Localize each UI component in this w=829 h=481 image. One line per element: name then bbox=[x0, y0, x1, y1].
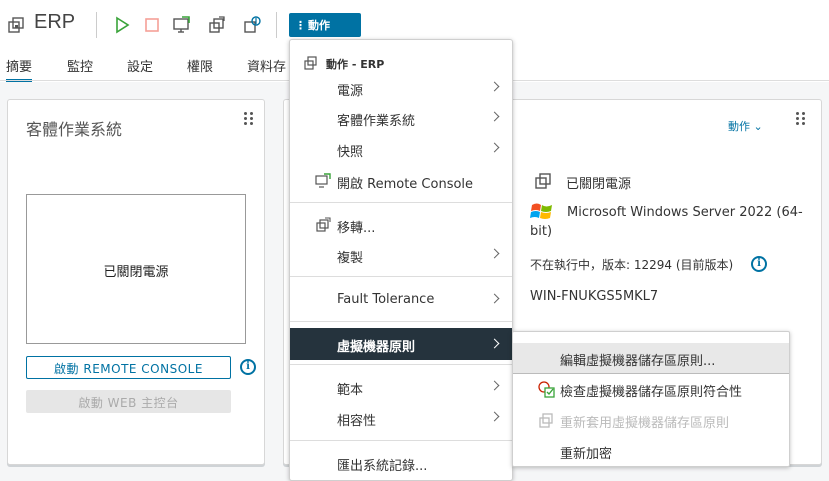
os-name-cont: bit) bbox=[530, 224, 553, 239]
launch-web-console-button: 啟動 WEB 主控台 bbox=[26, 390, 231, 413]
menu-item-power[interactable]: 電源 bbox=[290, 73, 512, 103]
menu-item-snapshots[interactable]: 快照 bbox=[290, 134, 512, 164]
drag-handle-icon[interactable] bbox=[796, 112, 806, 126]
submenu-item-edit-storage-policies[interactable]: 編輯虛擬機器儲存區原則... bbox=[513, 343, 789, 373]
os-name: Microsoft Windows Server 2022 (64- bbox=[567, 205, 803, 220]
menu-item-guest-os[interactable]: 客體作業系統 bbox=[290, 103, 512, 133]
migrate-icon bbox=[316, 217, 331, 232]
menu-divider bbox=[290, 440, 512, 441]
compliance-check-icon bbox=[538, 381, 555, 398]
menu-item-compatibility[interactable]: 相容性 bbox=[290, 403, 512, 433]
remote-console-icon bbox=[315, 173, 331, 188]
submenu-item-reencrypt[interactable]: 重新加密 bbox=[513, 436, 789, 466]
power-on-icon[interactable] bbox=[112, 15, 132, 35]
tab-permissions[interactable]: 權限 bbox=[187, 56, 213, 75]
drag-handle-icon[interactable] bbox=[244, 112, 254, 126]
launch-remote-console-button[interactable]: 啟動 REMOTE CONSOLE bbox=[26, 356, 231, 379]
menu-item-fault-tolerance[interactable]: Fault Tolerance bbox=[290, 285, 512, 315]
divider bbox=[276, 12, 277, 38]
menu-divider bbox=[290, 321, 512, 322]
menu-item-vm-policies[interactable]: 虛擬機器原則 bbox=[290, 328, 512, 360]
tab-configure[interactable]: 設定 bbox=[127, 56, 153, 75]
chevron-right-icon bbox=[489, 411, 500, 422]
menu-item-migrate[interactable]: 移轉... bbox=[290, 210, 512, 240]
menu-item-export-logs[interactable]: 匯出系統記錄... bbox=[290, 448, 512, 478]
submenu-item-check-compliance[interactable]: 檢查虛擬機器儲存區原則符合性 bbox=[513, 374, 789, 404]
info-icon[interactable]: i bbox=[751, 256, 767, 272]
chevron-right-icon bbox=[489, 293, 500, 304]
menu-divider bbox=[290, 276, 512, 277]
vm-icon bbox=[304, 56, 317, 70]
menu-divider bbox=[290, 364, 512, 365]
vm-power-icon bbox=[535, 173, 551, 189]
chevron-right-icon bbox=[489, 380, 500, 391]
actions-menu: 動作 - ERP 電源 客體作業系統 快照 開啟 Remote Console … bbox=[289, 39, 513, 481]
more-vertical-icon: ⋮ bbox=[295, 19, 306, 32]
tab-summary[interactable]: 摘要 bbox=[6, 56, 33, 82]
console-status: 已關閉電源 bbox=[103, 265, 169, 280]
migrate-icon[interactable] bbox=[207, 15, 227, 35]
info-icon[interactable]: i bbox=[240, 359, 256, 375]
hostname: WIN-FNUKGS5MKL7 bbox=[530, 289, 659, 304]
remote-console-icon[interactable] bbox=[172, 15, 192, 35]
chevron-right-icon bbox=[489, 81, 500, 92]
snapshot-icon[interactable] bbox=[242, 15, 262, 35]
tab-datastores[interactable]: 資料存 bbox=[247, 56, 286, 75]
menu-item-clone[interactable]: 複製 bbox=[290, 240, 512, 270]
submenu-item-reapply-policy: 重新套用虛擬機器儲存區原則 bbox=[513, 405, 789, 435]
power-state: 已關閉電源 bbox=[566, 177, 632, 192]
page-title: ERP bbox=[34, 11, 76, 33]
menu-divider bbox=[290, 202, 512, 203]
menu-header: 動作 - ERP bbox=[326, 58, 385, 71]
chevron-right-icon bbox=[489, 248, 500, 259]
console-preview[interactable]: 已關閉電源 bbox=[26, 194, 246, 344]
card-title: 客體作業系統 bbox=[26, 120, 123, 139]
vmware-tools-status: 不在執行中，版本: 12294 (目前版本) bbox=[530, 258, 734, 272]
vm-policies-submenu: 編輯虛擬機器儲存區原則... 檢查虛擬機器儲存區原則符合性 重新套用虛擬機器儲存… bbox=[512, 331, 790, 467]
menu-item-template[interactable]: 範本 bbox=[290, 372, 512, 402]
windows-logo-icon bbox=[530, 203, 552, 219]
chevron-right-icon bbox=[489, 142, 500, 153]
actions-dropdown-link[interactable]: 動作 ⌄ bbox=[728, 118, 763, 134]
reapply-policy-icon bbox=[539, 413, 553, 428]
chevron-down-icon: ⌄ bbox=[753, 120, 763, 133]
tab-monitor[interactable]: 監控 bbox=[67, 56, 93, 75]
actions-button[interactable]: ⋮ 動作 bbox=[289, 13, 361, 37]
divider bbox=[96, 12, 97, 38]
chevron-right-icon bbox=[489, 338, 500, 349]
power-off-icon[interactable] bbox=[142, 15, 162, 35]
menu-item-open-remote-console[interactable]: 開啟 Remote Console bbox=[290, 166, 512, 196]
guest-os-card: 客體作業系統 已關閉電源 啟動 REMOTE CONSOLE i 啟動 WEB … bbox=[7, 99, 265, 465]
chevron-right-icon bbox=[489, 111, 500, 122]
vm-icon bbox=[8, 17, 24, 33]
